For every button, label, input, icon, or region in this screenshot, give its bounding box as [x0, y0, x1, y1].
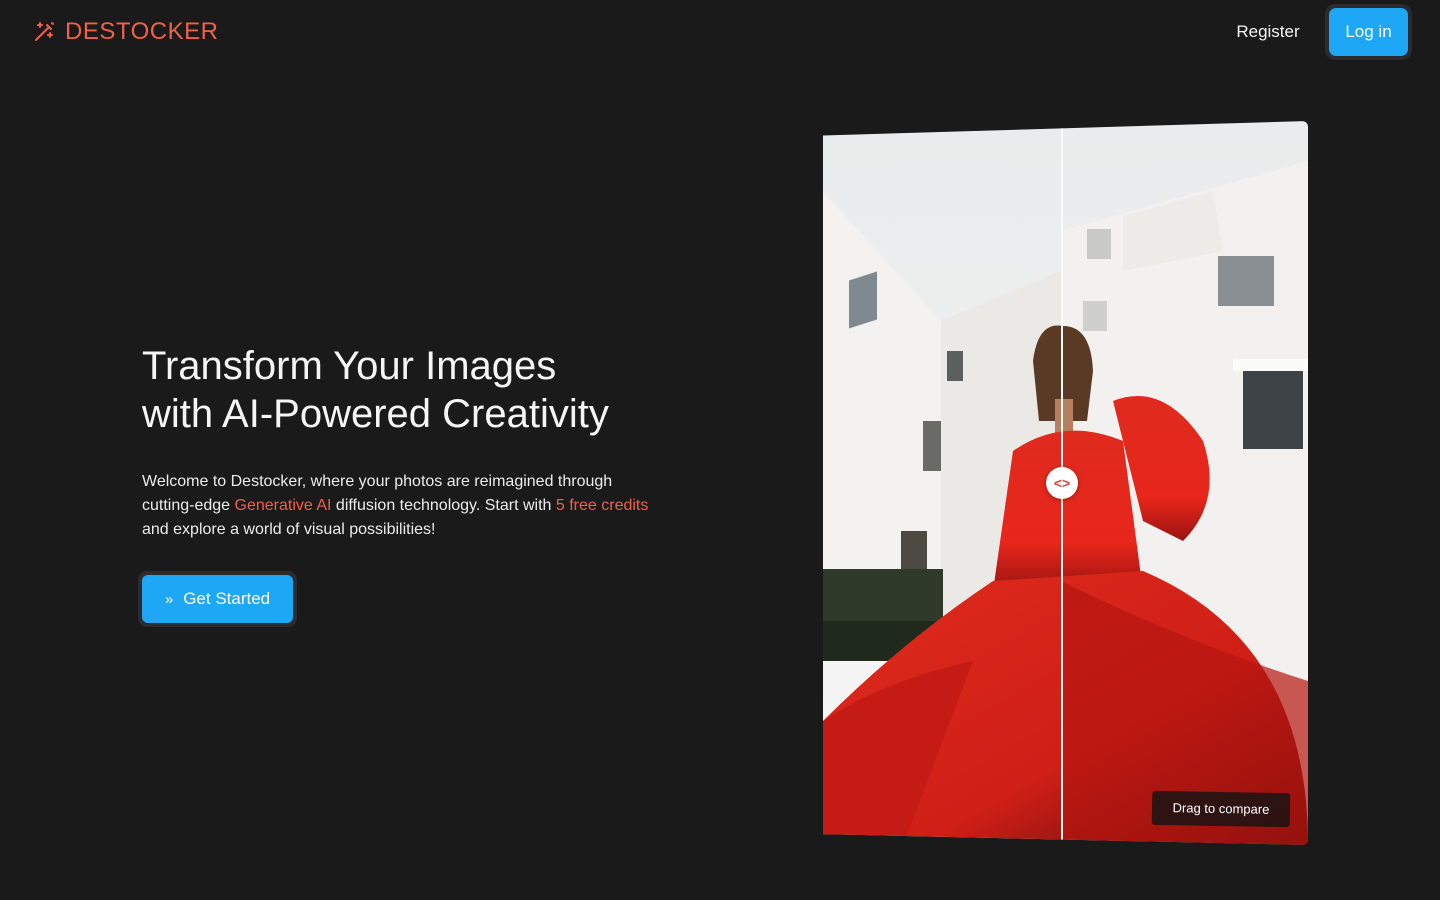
get-started-button[interactable]: » Get Started	[142, 575, 293, 623]
hero-title-line-2: with AI-Powered Creativity	[142, 392, 609, 436]
top-navigation: DESTOCKER Register Log in	[0, 0, 1440, 64]
chevrons-right-icon: »	[164, 590, 174, 608]
image-comparison-slider[interactable]: <> Drag to compare	[823, 121, 1308, 845]
login-button-frame: Log in	[1325, 4, 1412, 60]
hero-title-line-1: Transform Your Images	[142, 344, 557, 388]
description-text-2: diffusion technology. Start with	[331, 497, 556, 514]
generative-ai-highlight: Generative AI	[234, 497, 332, 514]
description-text-3: and explore a world of visual possibilit…	[142, 521, 436, 538]
drag-to-compare-label: Drag to compare	[1151, 790, 1291, 828]
hero-title: Transform Your Images with AI-Powered Cr…	[142, 342, 702, 438]
magic-wand-icon	[35, 22, 54, 41]
register-link[interactable]: Register	[1228, 20, 1308, 44]
get-started-button-frame: » Get Started	[138, 571, 297, 627]
hero-description: Welcome to Destocker, where your photos …	[142, 470, 662, 542]
get-started-label: Get Started	[183, 589, 271, 608]
code-arrows-icon[interactable]: <>	[1046, 467, 1078, 499]
brand-logo[interactable]: DESTOCKER	[32, 17, 218, 47]
login-button[interactable]: Log in	[1329, 8, 1408, 56]
free-credits-highlight: 5 free credits	[555, 497, 649, 514]
brand-name: DESTOCKER	[65, 18, 219, 45]
